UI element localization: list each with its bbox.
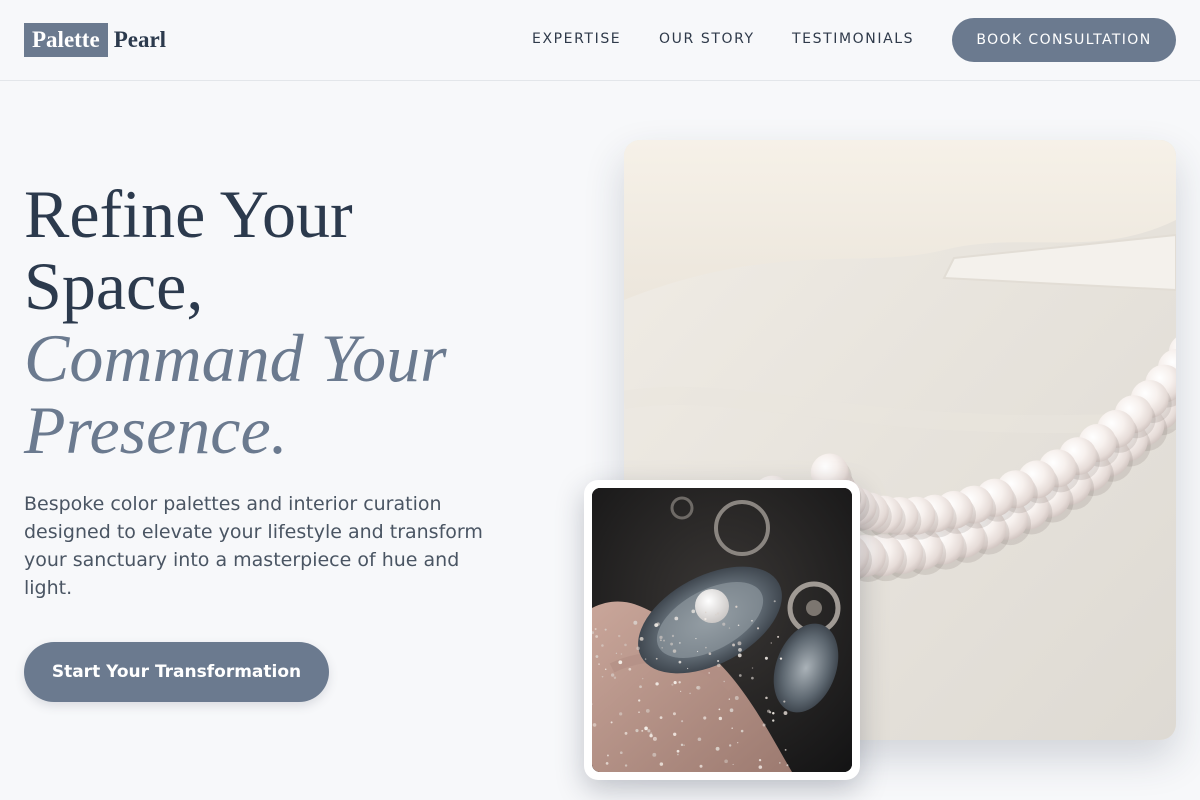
book-consultation-button[interactable]: BOOK CONSULTATION (952, 18, 1176, 62)
hero-description: Bespoke color palettes and interior cura… (24, 493, 483, 599)
nav-link-testimonials[interactable]: TESTIMONIALS (792, 31, 914, 47)
headline-line-1: Refine Your (24, 176, 353, 252)
start-transformation-button[interactable]: Start Your Transformation (24, 642, 329, 702)
nav-link-expertise[interactable]: EXPERTISE (532, 31, 621, 47)
headline-accent-1: Command Your (24, 320, 447, 396)
site-header: Palette Pearl EXPERTISE OUR STORY TESTIM… (0, 0, 1200, 81)
headline-line-2: Space, (24, 248, 204, 324)
logo-box: Palette (24, 23, 108, 57)
headline-accent-2: Presence. (24, 392, 288, 468)
hero-headline: Refine Your Space, Command Your Presence… (24, 178, 584, 466)
oyster-pearl-photo (592, 488, 852, 772)
nav-link-our-story[interactable]: OUR STORY (659, 31, 755, 47)
logo-text: Pearl (113, 27, 167, 52)
oyster-photo-frame (584, 480, 860, 780)
brand-logo[interactable]: Palette Pearl (24, 23, 166, 57)
oyster-pearl-illustration (592, 488, 852, 772)
